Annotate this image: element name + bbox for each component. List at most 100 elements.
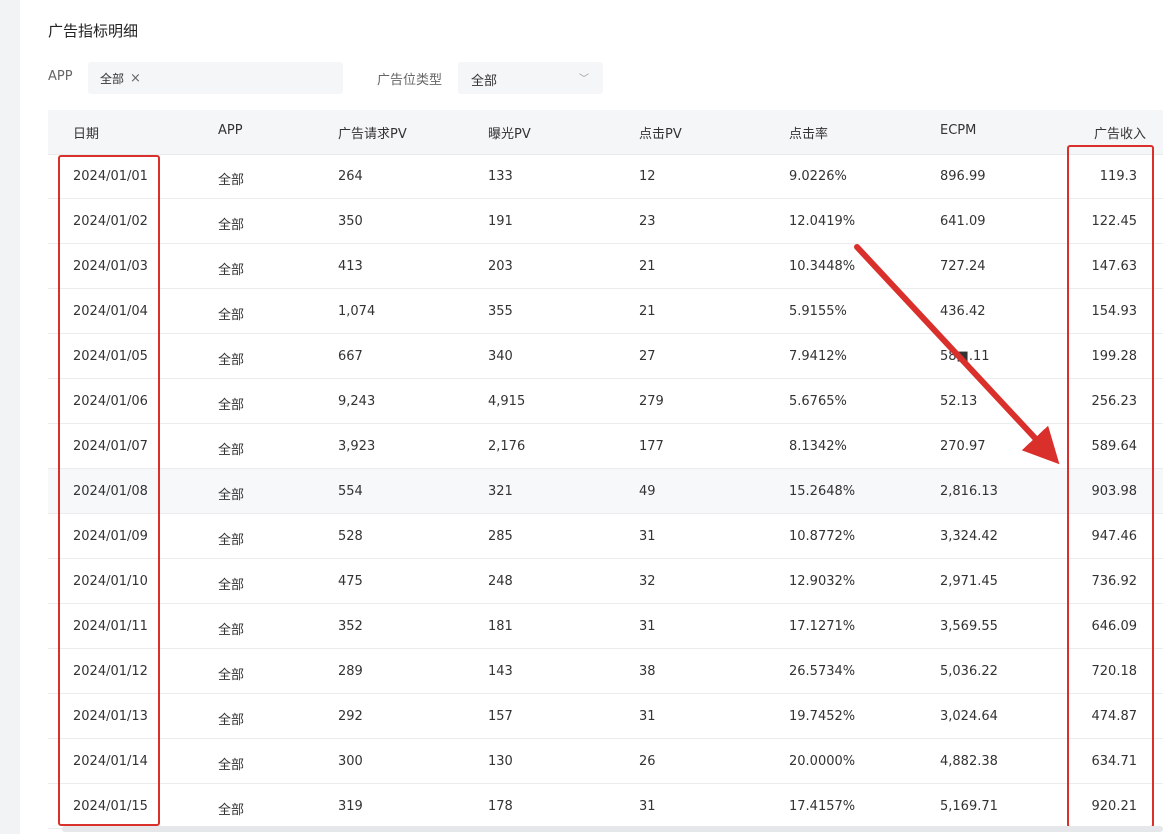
cell-request-pv: 9,243 xyxy=(338,394,376,409)
table-row[interactable]: 2024/01/01 全部 264 133 12 9.0226% 896.99 119.3 xyxy=(48,154,1163,199)
column-header-click-pv[interactable]: 点击PV xyxy=(639,123,682,142)
column-header-app[interactable]: APP xyxy=(218,123,243,138)
table-row[interactable]: 2024/01/03 全部 413 203 21 10.3448% 727.24 147.63 xyxy=(48,244,1163,289)
table-row[interactable]: 2024/01/10 全部 475 248 32 12.9032% 2,971.45 736.… xyxy=(48,559,1163,604)
cell-ctr: 12.9032% xyxy=(789,574,856,589)
page-title: 广告指标明细 xyxy=(48,22,139,40)
cell-click-pv: 32 xyxy=(639,574,656,589)
date-column-highlight-box xyxy=(58,155,160,826)
ad-type-select[interactable]: 全部 ﹀ xyxy=(458,62,603,94)
cell-app: 全部 xyxy=(218,398,245,413)
table-row[interactable]: 2024/01/08 全部 554 321 49 15.2648% 2,816.13 903.… xyxy=(48,469,1163,514)
table-row[interactable]: 2024/01/04 全部 1,074 355 21 5.9155% 436.42 154.9… xyxy=(48,289,1163,334)
cell-ecpm: 4,882.38 xyxy=(940,754,998,769)
cell-ctr: 9.0226% xyxy=(789,169,847,184)
cell-ctr: 5.6765% xyxy=(789,394,847,409)
table-row[interactable]: 2024/01/14 全部 300 130 26 20.0000% 4,882.38 634.… xyxy=(48,739,1163,784)
cell-app: 全部 xyxy=(218,353,245,368)
table-row[interactable]: 2024/01/15 全部 319 178 31 17.4157% 5,169.71 920.… xyxy=(48,784,1163,829)
cell-request-pv: 413 xyxy=(338,259,363,274)
cell-request-pv: 352 xyxy=(338,619,363,634)
cell-ecpm: 3,569.55 xyxy=(940,619,998,634)
cell-click-pv: 279 xyxy=(639,394,664,409)
chevron-down-icon: ﹀ xyxy=(579,74,589,85)
table-row[interactable]: 2024/01/11 全部 352 181 31 17.1271% 3,569.55 646.… xyxy=(48,604,1163,649)
cell-ecpm: 5,036.22 xyxy=(940,664,998,679)
cell-app: 全部 xyxy=(218,578,245,593)
revenue-column-highlight-box xyxy=(1067,145,1154,828)
cell-request-pv: 289 xyxy=(338,664,363,679)
close-icon[interactable]: × xyxy=(130,71,141,86)
cell-request-pv: 319 xyxy=(338,799,363,814)
cell-ctr: 8.1342% xyxy=(789,439,847,454)
column-header-ecpm[interactable]: ECPM xyxy=(940,123,976,138)
cell-click-pv: 23 xyxy=(639,214,656,229)
cell-click-pv: 177 xyxy=(639,439,664,454)
ad-type-filter-label: 广告位类型 xyxy=(377,73,443,88)
table-row[interactable]: 2024/01/09 全部 528 285 31 10.8772% 3,324.42 947.… xyxy=(48,514,1163,559)
cell-app: 全部 xyxy=(218,758,245,773)
cell-click-pv: 21 xyxy=(639,259,656,274)
cell-ctr: 15.2648% xyxy=(789,484,856,499)
table-row[interactable]: 2024/01/06 全部 9,243 4,915 279 5.6765% 52.13 256… xyxy=(48,379,1163,424)
table-row[interactable]: 2024/01/07 全部 3,923 2,176 177 8.1342% 270.97 58… xyxy=(48,424,1163,469)
cell-app: 全部 xyxy=(218,173,245,188)
cell-app: 全部 xyxy=(218,803,245,818)
app-filter-label: APP xyxy=(48,69,73,84)
cell-ctr: 20.0000% xyxy=(789,754,856,769)
cell-request-pv: 292 xyxy=(338,709,363,724)
cell-ctr: 17.1271% xyxy=(789,619,856,634)
cell-click-pv: 31 xyxy=(639,799,656,814)
cell-impression-pv: 181 xyxy=(488,619,513,634)
cell-click-pv: 21 xyxy=(639,304,656,319)
cell-ecpm: 3,024.64 xyxy=(940,709,998,724)
cell-app: 全部 xyxy=(218,443,245,458)
cell-impression-pv: 203 xyxy=(488,259,513,274)
cell-app: 全部 xyxy=(218,308,245,323)
cell-impression-pv: 157 xyxy=(488,709,513,724)
horizontal-scrollbar[interactable] xyxy=(62,826,1163,832)
cell-request-pv: 475 xyxy=(338,574,363,589)
ad-metrics-table: 日期 APP 广告请求PV 曝光PV 点击PV 点击率 ECPM 广告收入 20… xyxy=(48,110,1163,830)
cell-impression-pv: 143 xyxy=(488,664,513,679)
column-header-impression-pv[interactable]: 曝光PV xyxy=(488,123,531,142)
table-row[interactable]: 2024/01/13 全部 292 157 31 19.7452% 3,024.64 474.… xyxy=(48,694,1163,739)
cell-impression-pv: 340 xyxy=(488,349,513,364)
cell-ctr: 10.8772% xyxy=(789,529,856,544)
cell-request-pv: 350 xyxy=(338,214,363,229)
cell-request-pv: 1,074 xyxy=(338,304,376,319)
cell-ecpm: 727.24 xyxy=(940,259,986,274)
cell-request-pv: 667 xyxy=(338,349,363,364)
cell-request-pv: 554 xyxy=(338,484,363,499)
table-header: 日期 APP 广告请求PV 曝光PV 点击PV 点击率 ECPM 广告收入 xyxy=(48,110,1163,155)
cell-click-pv: 38 xyxy=(639,664,656,679)
cell-ctr: 26.5734% xyxy=(789,664,856,679)
cell-impression-pv: 355 xyxy=(488,304,513,319)
cell-click-pv: 12 xyxy=(639,169,656,184)
table-row[interactable]: 2024/01/12 全部 289 143 38 26.5734% 5,036.22 720.… xyxy=(48,649,1163,694)
cell-ecpm: 58■.11 xyxy=(940,349,990,364)
column-header-revenue[interactable]: 广告收入 xyxy=(1094,123,1146,142)
app-filter-select[interactable]: 全部 × xyxy=(88,62,343,94)
ad-type-select-value: 全部 xyxy=(471,74,498,89)
cell-app: 全部 xyxy=(218,218,245,233)
cell-ecpm: 896.99 xyxy=(940,169,986,184)
cell-impression-pv: 248 xyxy=(488,574,513,589)
cell-ctr: 12.0419% xyxy=(789,214,856,229)
cell-ctr: 5.9155% xyxy=(789,304,847,319)
cell-request-pv: 528 xyxy=(338,529,363,544)
column-header-request-pv[interactable]: 广告请求PV xyxy=(338,123,407,142)
cell-ctr: 10.3448% xyxy=(789,259,856,274)
table-row[interactable]: 2024/01/02 全部 350 191 23 12.0419% 641.09 122.45 xyxy=(48,199,1163,244)
cell-click-pv: 31 xyxy=(639,709,656,724)
cell-app: 全部 xyxy=(218,713,245,728)
app-filter-tag-label: 全部 xyxy=(100,71,125,86)
cell-click-pv: 27 xyxy=(639,349,656,364)
column-header-ctr[interactable]: 点击率 xyxy=(789,123,828,142)
cell-impression-pv: 191 xyxy=(488,214,513,229)
table-row[interactable]: 2024/01/05 全部 667 340 27 7.9412% 58■.11 199.28 xyxy=(48,334,1163,379)
cell-ecpm: 52.13 xyxy=(940,394,978,409)
cell-ecpm: 436.42 xyxy=(940,304,986,319)
cell-app: 全部 xyxy=(218,668,245,683)
column-header-date[interactable]: 日期 xyxy=(73,123,99,142)
